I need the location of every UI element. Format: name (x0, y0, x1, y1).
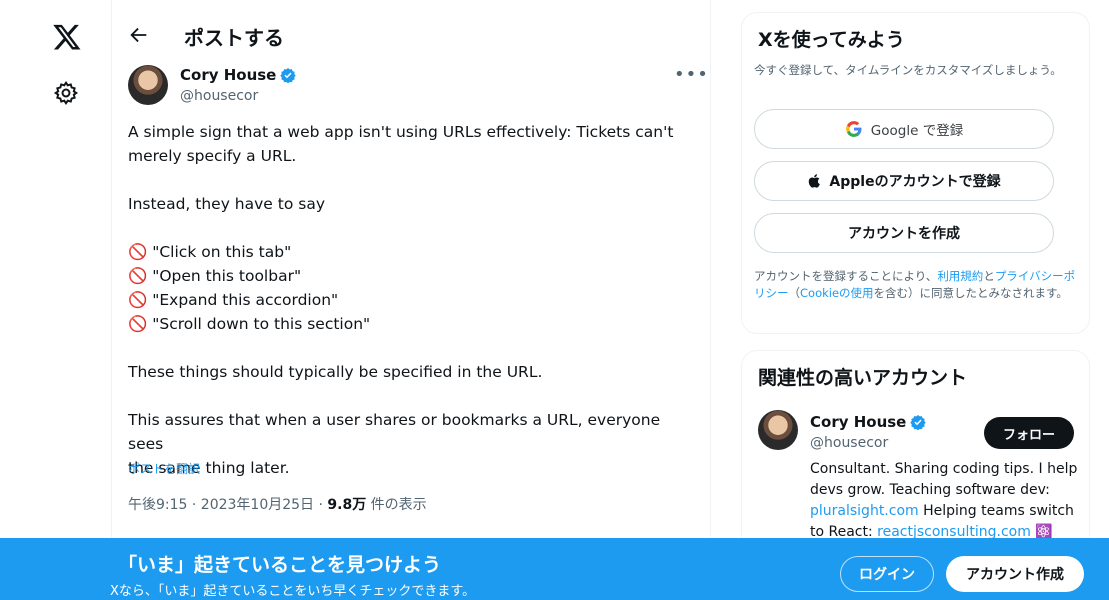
bio-text: Consultant. Sharing coding tips. I help … (810, 461, 1078, 498)
related-handle[interactable]: @housecor (810, 435, 888, 451)
view-label: 件の表示 (366, 497, 427, 513)
banner-title: 「いま」起きていることを見つけよう (118, 554, 442, 576)
tweet-line: 🚫 "Expand this accordion" (128, 291, 339, 309)
apple-signup-button[interactable]: Appleのアカウントで登録 (754, 161, 1054, 201)
signup-title: Xを使ってみよう (758, 29, 905, 51)
top-bar: ポストする (112, 0, 711, 72)
google-signup-button[interactable]: Google で登録 (754, 109, 1054, 149)
translate-link[interactable]: ポストを翻訳 (128, 460, 200, 477)
more-horizontal-icon[interactable]: ••• (674, 64, 709, 85)
legal-text: アカウントを登録することにより、利用規約とプライバシーポリシー（Cookieの使… (754, 268, 1084, 302)
banner-subtitle: Xなら、「いま」起きていることをいち早くチェックできます。 (110, 584, 476, 599)
tweet-meta: 午後9:15 · 2023年10月25日 · 9.8万 件の表示 (128, 494, 427, 514)
related-title: 関連性の高いアカウント (758, 367, 968, 389)
author-avatar[interactable] (128, 65, 168, 105)
tweet-line: 🚫 "Click on this tab" (128, 243, 292, 261)
legal-and: と (983, 269, 995, 283)
tweet-timestamp[interactable]: 午後9:15 · 2023年10月25日 · (128, 497, 327, 513)
related-bio: Consultant. Sharing coding tips. I help … (810, 459, 1080, 543)
signup-card: Xを使ってみよう 今すぐ登録して、タイムラインをカスタマイズしましょう。 Goo… (741, 12, 1090, 334)
main-column: ポストする Cory House @housecor ••• A simple … (112, 0, 711, 600)
create-account-label: アカウントを作成 (848, 226, 960, 242)
related-name[interactable]: Cory House (810, 413, 927, 431)
related-name-text: Cory House (810, 413, 907, 431)
related-avatar[interactable] (758, 410, 798, 450)
view-count: 9.8万 (327, 497, 367, 513)
legal-suffix: を含む）に同意したとみなされます。 (873, 286, 1068, 300)
author-name-text: Cory House (180, 66, 277, 84)
follow-button[interactable]: フォロー (984, 417, 1074, 449)
author-name[interactable]: Cory House (180, 66, 297, 84)
author-handle[interactable]: @housecor (180, 88, 258, 104)
verified-badge-icon (910, 415, 927, 430)
login-button[interactable]: ログイン (840, 556, 934, 592)
banner-create-account-button[interactable]: アカウント作成 (946, 556, 1084, 592)
tweet-line: These things should typically be specifi… (128, 363, 543, 381)
arrow-left-icon[interactable] (128, 24, 150, 46)
tweet-line: A simple sign that a web app isn't using… (128, 123, 674, 141)
bio-link[interactable]: pluralsight.com (810, 503, 919, 519)
legal-paren: （ (788, 286, 801, 300)
tweet-line: the same thing later. (128, 459, 290, 477)
page-title: ポストする (184, 26, 284, 50)
tweet-line: 🚫 "Scroll down to this section" (128, 315, 371, 333)
google-signup-label: Google で登録 (870, 123, 964, 139)
left-nav (0, 0, 112, 600)
terms-link[interactable]: 利用規約 (937, 269, 983, 283)
tweet-line: 🚫 "Open this toolbar" (128, 267, 302, 285)
signup-banner: 「いま」起きていることを見つけよう Xなら、「いま」起きていることをいち早くチェ… (0, 538, 1109, 600)
google-icon (845, 121, 862, 137)
verified-badge-icon (280, 68, 297, 83)
gear-icon[interactable] (53, 80, 79, 106)
tweet-text: A simple sign that a web app isn't using… (128, 120, 688, 480)
tweet-line: merely specify a URL. (128, 147, 297, 165)
tweet-line: Instead, they have to say (128, 195, 326, 213)
apple-icon (809, 174, 821, 188)
legal-prefix: アカウントを登録することにより、 (754, 269, 938, 283)
signup-subtitle: 今すぐ登録して、タイムラインをカスタマイズしましょう。 (754, 63, 1062, 77)
cookie-link[interactable]: Cookieの使用 (800, 286, 874, 300)
tweet-line: This assures that when a user shares or … (128, 411, 661, 453)
x-logo-icon[interactable] (52, 22, 82, 52)
apple-signup-label: Appleのアカウントで登録 (829, 174, 1001, 190)
create-account-button[interactable]: アカウントを作成 (754, 213, 1054, 253)
